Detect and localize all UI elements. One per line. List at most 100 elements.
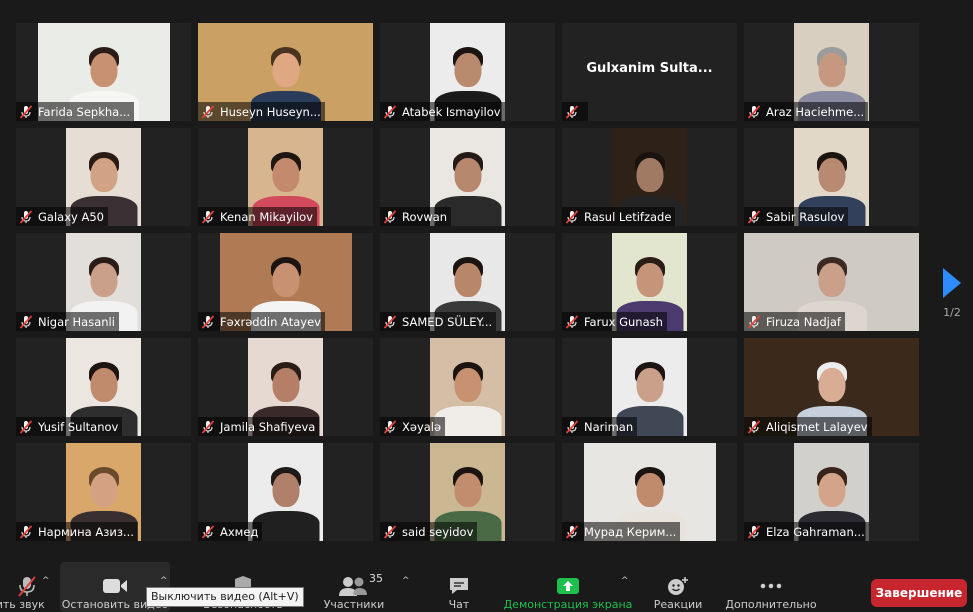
muted-mic-icon	[565, 314, 579, 329]
muted-mic-icon	[747, 209, 761, 224]
next-page-arrow-icon[interactable]	[943, 268, 961, 298]
participant-name: Huseyn Huseyn...	[220, 104, 321, 119]
participant-name: Farida Sepkha...	[38, 104, 131, 119]
participant-tile[interactable]: Мурад Керим...	[562, 443, 737, 541]
muted-mic-icon	[19, 419, 33, 434]
participant-name: Nigar Hasanli	[38, 314, 115, 329]
more-dots-icon	[759, 574, 783, 598]
participant-name-label: Xəyalə	[380, 417, 446, 436]
muted-mic-icon	[747, 419, 761, 434]
muted-mic-icon	[383, 314, 397, 329]
participant-name: Elza Gahraman...	[766, 524, 865, 539]
video-grid: Farida Sepkha... Huseyn Huseyn... Atabek I…	[0, 0, 973, 560]
participant-display-name: Gulxanim Sulta...	[586, 61, 713, 76]
participant-name-label: Ахмед	[198, 522, 263, 541]
participant-name: Xəyalə	[402, 419, 442, 434]
participant-name: Firuza Nadjaf	[766, 314, 841, 329]
muted-mic-icon	[747, 104, 761, 119]
participant-name: Rasul Letifzade	[584, 209, 672, 224]
more-button[interactable]: Дополнительно	[724, 562, 818, 612]
participant-tile[interactable]: Farida Sepkha...	[16, 23, 191, 121]
participant-tile[interactable]: Farux Gunash	[562, 233, 737, 331]
participant-tile[interactable]: Rasul Letifzade	[562, 128, 737, 226]
participant-name: Rovwan	[402, 209, 448, 224]
share-screen-button[interactable]: Демонстрация экрана	[503, 562, 633, 612]
participant-tile[interactable]: Atabek Ismayilov	[380, 23, 555, 121]
participant-name-label: Нармина Азиз...	[16, 522, 138, 541]
participant-tile[interactable]: Huseyn Huseyn...	[198, 23, 373, 121]
participant-name-label: Fəxrəddin Atayev	[198, 312, 325, 331]
participant-name-label: Firuza Nadjaf	[744, 312, 845, 331]
unmute-label: чить звук	[0, 598, 45, 611]
participant-name-label: Yusif Sultanov	[16, 417, 123, 436]
participant-name-label: Araz Haciehme...	[744, 102, 869, 121]
participant-tile[interactable]: Ахмед	[198, 443, 373, 541]
share-screen-icon	[556, 574, 580, 598]
muted-mic-icon	[19, 314, 33, 329]
participant-tile[interactable]: said seyidov	[380, 443, 555, 541]
participant-tile[interactable]: SAMED SÜLEY...	[380, 233, 555, 331]
participants-label: Участники	[323, 598, 385, 611]
participant-name-label: Farux Gunash	[562, 312, 667, 331]
participant-tile[interactable]: Firuza Nadjaf	[744, 233, 919, 331]
video-options-caret-icon[interactable]: ^	[160, 576, 168, 586]
participant-name: Fəxrəddin Atayev	[220, 314, 321, 329]
participant-name: Kenan Mikayilov	[220, 209, 313, 224]
participant-name-label: Aliqismet Lalayev	[744, 417, 872, 436]
participant-tile[interactable]: Nigar Hasanli	[16, 233, 191, 331]
share-screen-label: Демонстрация экрана	[503, 598, 633, 611]
participant-name-label: Мурад Керим...	[562, 522, 681, 541]
more-label: Дополнительно	[725, 598, 817, 611]
participant-tile[interactable]: Elza Gahraman...	[744, 443, 919, 541]
participant-name-label: Galaxy A50	[16, 207, 108, 226]
video-camera-icon	[102, 574, 128, 598]
stop-video-tooltip: Выключить видео (Alt+V)	[146, 587, 304, 607]
page-indicator: 1/2	[943, 306, 961, 319]
muted-mic-icon	[19, 524, 33, 539]
reactions-label: Реакции	[653, 598, 703, 611]
participant-name: Jamila Shafiyeva	[220, 419, 316, 434]
end-meeting-button[interactable]: Завершение	[871, 579, 967, 607]
participant-tile[interactable]: Kenan Mikayilov	[198, 128, 373, 226]
reactions-button[interactable]: Реакции	[652, 562, 704, 612]
participant-tile[interactable]: Jamila Shafiyeva	[198, 338, 373, 436]
participant-tile[interactable]: Нармина Азиз...	[16, 443, 191, 541]
participant-tile[interactable]: Araz Haciehme...	[744, 23, 919, 121]
unmute-button[interactable]: чить звук	[0, 562, 54, 612]
participants-button[interactable]: 35 Участники	[318, 562, 390, 612]
participant-name-label: Elza Gahraman...	[744, 522, 869, 541]
chat-button[interactable]: Чат	[440, 562, 478, 612]
participant-tile[interactable]: Yusif Sultanov	[16, 338, 191, 436]
participant-tile[interactable]: Sabir Rasulov	[744, 128, 919, 226]
participant-tile[interactable]: Galaxy A50	[16, 128, 191, 226]
participant-tile[interactable]: Rovwan	[380, 128, 555, 226]
muted-mic-icon	[201, 524, 215, 539]
muted-mic-icon	[565, 524, 579, 539]
participants-options-caret-icon[interactable]: ^	[402, 576, 410, 586]
participant-name-label: Nigar Hasanli	[16, 312, 119, 331]
muted-mic-icon	[19, 209, 33, 224]
participant-name-label: Sabir Rasulov	[744, 207, 849, 226]
participant-tile[interactable]: Xəyalə	[380, 338, 555, 436]
share-options-caret-icon[interactable]: ^	[621, 576, 629, 586]
participant-tile[interactable]: Gulxanim Sulta...	[562, 23, 737, 121]
participant-tile[interactable]: Aliqismet Lalayev	[744, 338, 919, 436]
participant-tile[interactable]: Nariman	[562, 338, 737, 436]
participant-name: Нармина Азиз...	[38, 524, 134, 539]
emoji-plus-icon	[666, 574, 690, 598]
muted-mic-icon	[383, 104, 397, 119]
participant-name-label: Nariman	[562, 417, 638, 436]
participant-name-label: Huseyn Huseyn...	[198, 102, 325, 121]
participant-name-label: SAMED SÜLEY...	[380, 312, 497, 331]
muted-mic-icon	[201, 209, 215, 224]
participant-tile[interactable]: Fəxrəddin Atayev	[198, 233, 373, 331]
muted-mic-icon	[201, 314, 215, 329]
muted-mic-icon	[565, 419, 579, 434]
participant-name: Мурад Керим...	[584, 524, 677, 539]
chat-label: Чат	[448, 598, 470, 611]
audio-options-caret-icon[interactable]: ^	[42, 576, 50, 586]
participant-name-label: Atabek Ismayilov	[380, 102, 505, 121]
muted-mic-icon	[19, 104, 33, 119]
muted-mic-icon	[383, 209, 397, 224]
participant-name-label: said seyidov	[380, 522, 478, 541]
